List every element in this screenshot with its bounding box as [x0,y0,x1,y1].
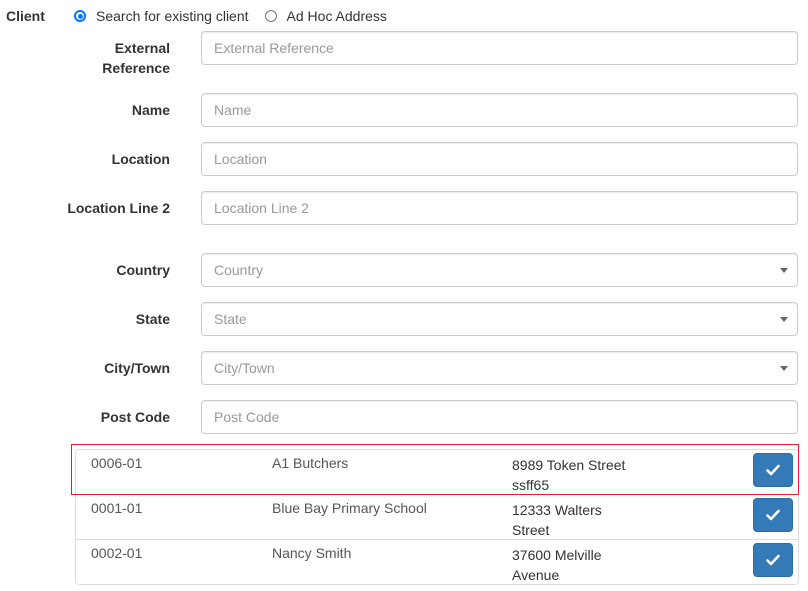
city-town-select-input[interactable] [202,352,786,384]
radio-label: Search for existing client [96,8,249,24]
client-name: A1 Butchers [272,455,349,471]
post-code-field[interactable] [201,400,798,434]
select-client-button[interactable] [753,543,793,577]
client-ref: 0006-01 [91,455,143,471]
client-mode-radio-group: Search for existing client Ad Hoc Addres… [74,8,403,24]
radio-search-existing-client[interactable]: Search for existing client [74,8,249,24]
radio-unchecked-icon[interactable] [264,10,277,22]
list-item[interactable]: 0002-01 Nancy Smith 37600 Melville Avenu… [76,539,798,584]
checkmark-icon [766,509,780,521]
client-address: 8989 Token Street ssff65 [512,457,626,493]
location-label: Location [111,151,170,167]
location-line-2-label: Location Line 2 [67,200,170,216]
name-field[interactable] [201,93,798,127]
state-select[interactable] [201,302,798,336]
client-label: Client [6,8,45,24]
client-name: Blue Bay Primary School [272,500,427,516]
location-line-2-input[interactable] [202,192,786,224]
client-address: 37600 Melville Avenue [512,547,602,583]
client-address: 12333 Walters Street [512,502,602,538]
radio-ad-hoc-address[interactable]: Ad Hoc Address [264,8,387,24]
post-code-label: Post Code [100,409,170,425]
external-reference-input[interactable] [202,32,786,64]
name-input[interactable] [202,94,786,126]
checkmark-icon [766,464,780,476]
chevron-down-icon[interactable] [780,317,788,322]
list-item[interactable]: 0001-01 Blue Bay Primary School 12333 Wa… [76,494,798,539]
location-line-2-field[interactable] [201,191,798,225]
radio-label: Ad Hoc Address [286,8,387,24]
country-label: Country [116,262,170,278]
client-results-list: 0006-01 A1 Butchers 8989 Token Street ss… [75,449,799,585]
checkmark-icon [766,554,780,566]
external-reference-field[interactable] [201,31,798,65]
radio-checked-icon[interactable] [74,10,86,22]
name-label: Name [131,102,170,118]
city-town-label: City/Town [104,360,170,376]
location-field[interactable] [201,142,798,176]
country-select-input[interactable] [202,254,786,286]
state-select-input[interactable] [202,303,786,335]
select-client-button[interactable] [753,498,793,532]
client-name: Nancy Smith [272,545,352,561]
chevron-down-icon[interactable] [780,366,788,371]
client-ref: 0001-01 [91,500,143,516]
city-town-select[interactable] [201,351,798,385]
list-item[interactable]: 0006-01 A1 Butchers 8989 Token Street ss… [76,450,798,494]
chevron-down-icon[interactable] [780,268,788,273]
external-reference-label: External Reference [102,40,170,76]
country-select[interactable] [201,253,798,287]
post-code-input[interactable] [202,401,786,433]
select-client-button[interactable] [753,453,793,487]
client-ref: 0002-01 [91,545,143,561]
location-input[interactable] [202,143,786,175]
state-label: State [135,311,170,327]
